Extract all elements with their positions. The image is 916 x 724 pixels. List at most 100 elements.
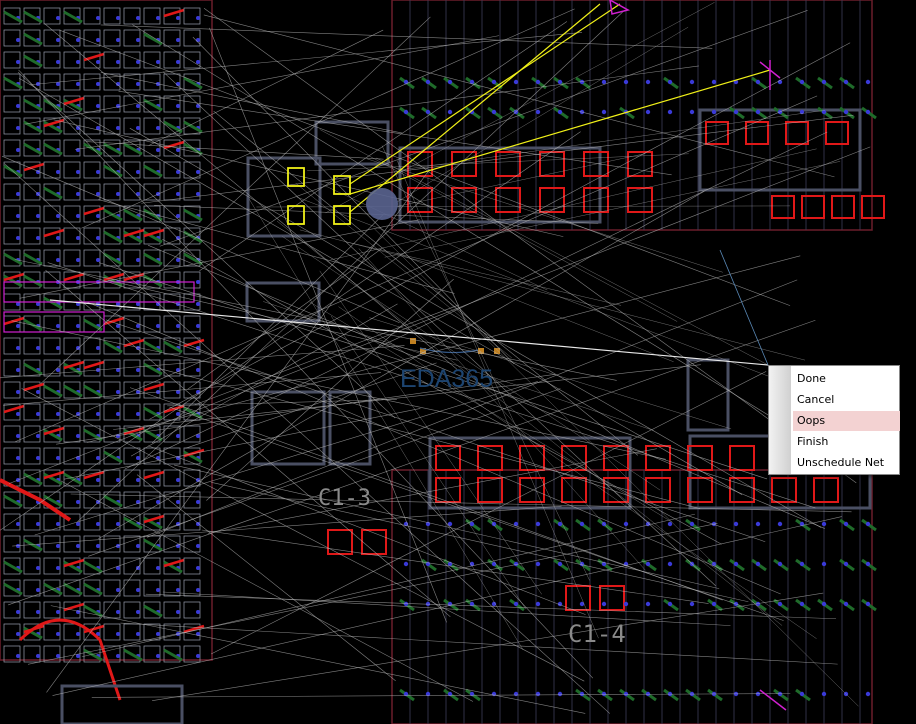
part-outline [43, 29, 61, 47]
via [116, 38, 120, 42]
via [176, 478, 180, 482]
menu-item-cancel[interactable]: Cancel [793, 390, 900, 410]
ratsnest-line [358, 248, 646, 571]
via [96, 16, 100, 20]
via [176, 588, 180, 592]
via [16, 412, 20, 416]
via [116, 390, 120, 394]
pad [771, 195, 795, 219]
part-outline [83, 227, 101, 245]
via [865, 109, 871, 115]
via [56, 60, 60, 64]
part-outline [3, 205, 21, 223]
menu-item-unschedule-net[interactable]: Unschedule Net [793, 453, 900, 473]
via [196, 60, 200, 64]
via [196, 500, 200, 504]
part-outline [123, 623, 141, 641]
part-outline [3, 51, 21, 69]
via [16, 214, 20, 218]
part-outline [163, 249, 181, 267]
via [156, 588, 160, 592]
via [36, 412, 40, 416]
via [136, 412, 140, 416]
part-outline [143, 579, 161, 597]
via [196, 324, 200, 328]
via [156, 654, 160, 658]
via [777, 561, 783, 567]
part-outline [43, 513, 61, 531]
menu-item-finish[interactable]: Finish [793, 432, 900, 452]
via [196, 544, 200, 548]
via [136, 126, 140, 130]
ratsnest-line [320, 183, 548, 291]
part-outline [163, 601, 181, 619]
part-outline [183, 557, 201, 575]
via [16, 148, 20, 152]
via [865, 521, 871, 527]
via [96, 104, 100, 108]
trace-blue [419, 347, 479, 354]
via [16, 632, 20, 636]
via [56, 632, 60, 636]
selected-net-line [349, 3, 601, 213]
via [733, 561, 739, 567]
via [799, 691, 805, 697]
ratsnest-line [162, 591, 731, 626]
via [56, 544, 60, 548]
via [579, 691, 585, 697]
part-outline [23, 403, 41, 421]
via [96, 346, 100, 350]
part-outline [23, 447, 41, 465]
ratsnest-line [152, 592, 824, 701]
via [689, 601, 695, 607]
via [56, 214, 60, 218]
context-menu: Done Cancel Oops Finish Unschedule Net [768, 365, 900, 475]
via [16, 104, 20, 108]
via [136, 104, 140, 108]
part-outline [123, 535, 141, 553]
via [56, 654, 60, 658]
ratsnest-line [192, 36, 515, 365]
pcb-board-view[interactable] [0, 0, 916, 724]
part-outline [63, 535, 81, 553]
via [76, 38, 80, 42]
part-outline [183, 315, 201, 333]
via [116, 302, 120, 306]
via [491, 561, 497, 567]
part-outline [3, 95, 21, 113]
part-outline [163, 579, 181, 597]
part-outline [123, 73, 141, 91]
part-outline [23, 601, 41, 619]
part-outline [3, 29, 21, 47]
pad [825, 121, 849, 145]
via [843, 601, 849, 607]
trace-red [43, 228, 65, 238]
part-outline [23, 337, 41, 355]
via [116, 610, 120, 614]
via [156, 632, 160, 636]
silk-label-c1-4: C1-4 [568, 620, 626, 648]
trace-red [3, 404, 25, 414]
menu-item-done[interactable]: Done [793, 369, 900, 389]
ratsnest-line [210, 371, 767, 655]
pcb-editor-canvas[interactable]: EDA365 C1-3 C1-4 Done Cancel Oops Finish… [0, 0, 916, 724]
ratsnest-line [319, 270, 542, 595]
via [755, 79, 761, 85]
via [176, 434, 180, 438]
part-outline [163, 271, 181, 289]
part-outline [83, 73, 101, 91]
via [535, 79, 541, 85]
via [623, 691, 629, 697]
part-outline [123, 117, 141, 135]
via [56, 346, 60, 350]
via [136, 610, 140, 614]
part-outline [123, 447, 141, 465]
part-outline [3, 359, 21, 377]
menu-item-oops[interactable]: Oops [793, 411, 900, 431]
part-outline [83, 447, 101, 465]
via [36, 654, 40, 658]
part-outline [103, 359, 121, 377]
via [403, 561, 409, 567]
via [821, 521, 827, 527]
via [689, 521, 695, 527]
